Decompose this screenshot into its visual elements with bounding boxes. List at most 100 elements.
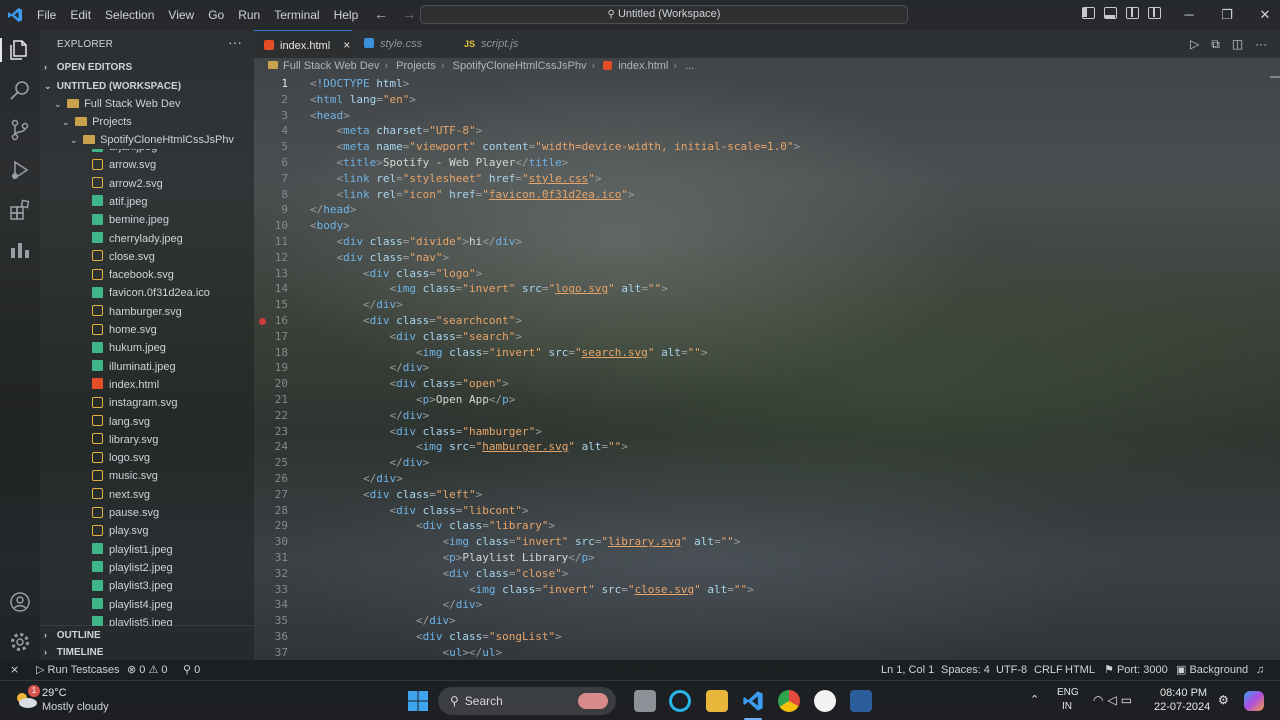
back-arrow-icon[interactable]: ← (374, 6, 388, 22)
code-line[interactable]: 13 <div class="logo"> (254, 266, 1254, 282)
file-item[interactable]: library.svg (40, 431, 254, 449)
source-control-icon[interactable] (8, 118, 32, 142)
folder-full-stack[interactable]: ⌄ Full Stack Web Dev (40, 95, 254, 113)
menu-item-file[interactable]: File (30, 0, 63, 30)
code-line[interactable]: 12 <div class="nav"> (254, 250, 1254, 266)
code-line[interactable]: 33 <img class="invert" src="close.svg" a… (254, 582, 1254, 598)
tray-overflow-icon[interactable]: ⌃ (1030, 693, 1039, 706)
open-editors-section[interactable]: › OPEN EDITORS (40, 58, 254, 76)
code-line[interactable]: 22 </div> (254, 408, 1254, 424)
encoding[interactable]: UTF-8 (996, 660, 1027, 680)
clock-time[interactable]: 08:40 PM (1160, 687, 1207, 699)
run-debug-icon[interactable] (8, 158, 32, 182)
file-item[interactable]: home.svg (40, 321, 254, 339)
menu-item-run[interactable]: Run (231, 0, 267, 30)
language-bottom[interactable]: IN (1062, 701, 1072, 712)
menu-item-go[interactable]: Go (201, 0, 231, 30)
chatgpt-icon[interactable] (814, 690, 836, 712)
language-mode[interactable]: HTML (1065, 660, 1095, 680)
folder-projects[interactable]: ⌄ Projects (40, 113, 254, 131)
file-item[interactable]: pause.svg (40, 504, 254, 522)
live-server-port[interactable]: ⚑ Port: 3000 (1104, 660, 1168, 680)
code-line[interactable]: 23 <div class="hamburger"> (254, 424, 1254, 440)
code-line[interactable]: 17 <div class="search"> (254, 329, 1254, 345)
close-tab-icon[interactable]: × (343, 38, 350, 52)
copilot-icon[interactable] (1244, 691, 1264, 711)
clock-date[interactable]: 22-07-2024 (1154, 701, 1210, 713)
scrollbar-thumb[interactable] (1270, 76, 1280, 78)
forward-arrow-icon[interactable]: → (402, 6, 416, 22)
code-line[interactable]: 3 <head> (254, 108, 1254, 124)
code-line[interactable]: 8 <link rel="icon" href="favicon.0f31d2e… (254, 187, 1254, 203)
file-item[interactable]: lang.svg (40, 413, 254, 431)
file-item[interactable]: arrow2.svg (40, 175, 254, 193)
code-line[interactable]: 27 <div class="left"> (254, 487, 1254, 503)
search-icon[interactable] (8, 78, 32, 102)
minimize-icon[interactable]: ─ (1170, 0, 1208, 30)
breadcrumb-item[interactable]: ... (685, 60, 694, 72)
toggle-panel-icon[interactable] (1104, 7, 1117, 19)
close-window-icon[interactable]: ✕ (1246, 0, 1280, 30)
code-line[interactable]: 28 <div class="libcont"> (254, 503, 1254, 519)
file-item[interactable]: logo.svg (40, 449, 254, 467)
taskbar-search[interactable]: ⚲ Search (438, 687, 616, 715)
tab-style-css[interactable]: style.css (354, 30, 450, 58)
app-icon[interactable] (850, 690, 872, 712)
code-line[interactable]: 32 <div class="close"> (254, 566, 1254, 582)
tray-icons[interactable]: ◠◁▭ (1093, 693, 1136, 707)
toggle-primary-sidebar-icon[interactable] (1082, 7, 1095, 19)
explorer-icon[interactable] (8, 38, 32, 62)
outline-section[interactable]: › OUTLINE (40, 625, 254, 643)
cortana-icon[interactable] (669, 690, 691, 712)
code-line[interactable]: 4 <meta charset="UTF-8"> (254, 123, 1254, 139)
settings-gear-icon[interactable]: ⚙ (1218, 693, 1229, 707)
menu-item-help[interactable]: Help (327, 0, 366, 30)
file-item[interactable]: close.svg (40, 248, 254, 266)
settings-gear-icon[interactable] (8, 630, 32, 654)
weather-cloud-icon[interactable]: 1 (14, 685, 40, 711)
code-line[interactable]: 34 </div> (254, 597, 1254, 613)
run-testcases-button[interactable]: ▷ Run Testcases (36, 660, 119, 680)
code-line[interactable]: 16 <div class="searchcont"> (254, 313, 1254, 329)
file-explorer-icon[interactable] (706, 690, 728, 712)
toggle-secondary-sidebar-icon[interactable] (1126, 7, 1139, 19)
file-item[interactable]: favicon.0f31d2ea.ico (40, 284, 254, 302)
code-line[interactable]: 25 </div> (254, 455, 1254, 471)
code-line[interactable]: 19 </div> (254, 360, 1254, 376)
language-top[interactable]: ENG (1057, 687, 1079, 698)
code-line[interactable]: 15 </div> (254, 297, 1254, 313)
extensions-icon[interactable] (8, 198, 32, 222)
code-line[interactable]: 31 <p>Playlist Library</p> (254, 550, 1254, 566)
code-line[interactable]: 11 <div class="divide">hi</div> (254, 234, 1254, 250)
file-item[interactable]: playlist4.jpeg (40, 596, 254, 614)
file-item[interactable]: playlist1.jpeg (40, 541, 254, 559)
file-item[interactable]: instagram.svg (40, 394, 254, 412)
file-item[interactable]: hukum.jpeg (40, 339, 254, 357)
file-item[interactable]: playlist3.jpeg (40, 577, 254, 595)
code-line[interactable]: 20 <div class="open"> (254, 376, 1254, 392)
file-item[interactable]: bemine.jpeg (40, 211, 254, 229)
maximize-icon[interactable]: ❐ (1208, 0, 1246, 30)
breadcrumb-item[interactable]: Full Stack Web Dev (283, 60, 379, 72)
breadcrumb-item[interactable]: Projects (396, 60, 436, 72)
remote-indicator[interactable]: ⨯ (10, 660, 19, 680)
cursor-position[interactable]: Ln 1, Col 1 (881, 660, 934, 680)
file-item[interactable]: illuminati.jpeg (40, 358, 254, 376)
file-item[interactable]: atif.jpeg (40, 193, 254, 211)
code-line[interactable]: 1 <!DOCTYPE html> (254, 76, 1254, 92)
weather-temp[interactable]: 29°C (42, 687, 67, 699)
analytics-icon[interactable] (8, 238, 32, 262)
code-line[interactable]: 29 <div class="library"> (254, 518, 1254, 534)
code-line[interactable]: 6 <title>Spotify - Web Player</title> (254, 155, 1254, 171)
file-item[interactable]: arrow.svg (40, 156, 254, 174)
code-line[interactable]: 21 <p>Open App</p> (254, 392, 1254, 408)
code-line[interactable]: 10 <body> (254, 218, 1254, 234)
timeline-section[interactable]: › TIMELINE (40, 643, 254, 661)
code-line[interactable]: 26 </div> (254, 471, 1254, 487)
open-changes-icon[interactable]: ⧉ (1211, 37, 1220, 52)
code-line[interactable]: 5 <meta name="viewport" content="width=d… (254, 139, 1254, 155)
folder-spotify-clone[interactable]: ⌄ SpotifyCloneHtmlCssJsPhv (40, 131, 254, 149)
file-item[interactable]: cherrylady.jpeg (40, 230, 254, 248)
customize-layout-icon[interactable] (1148, 7, 1161, 19)
problems-indicator[interactable]: ⊗ 0 ⚠ 0 (127, 660, 168, 680)
